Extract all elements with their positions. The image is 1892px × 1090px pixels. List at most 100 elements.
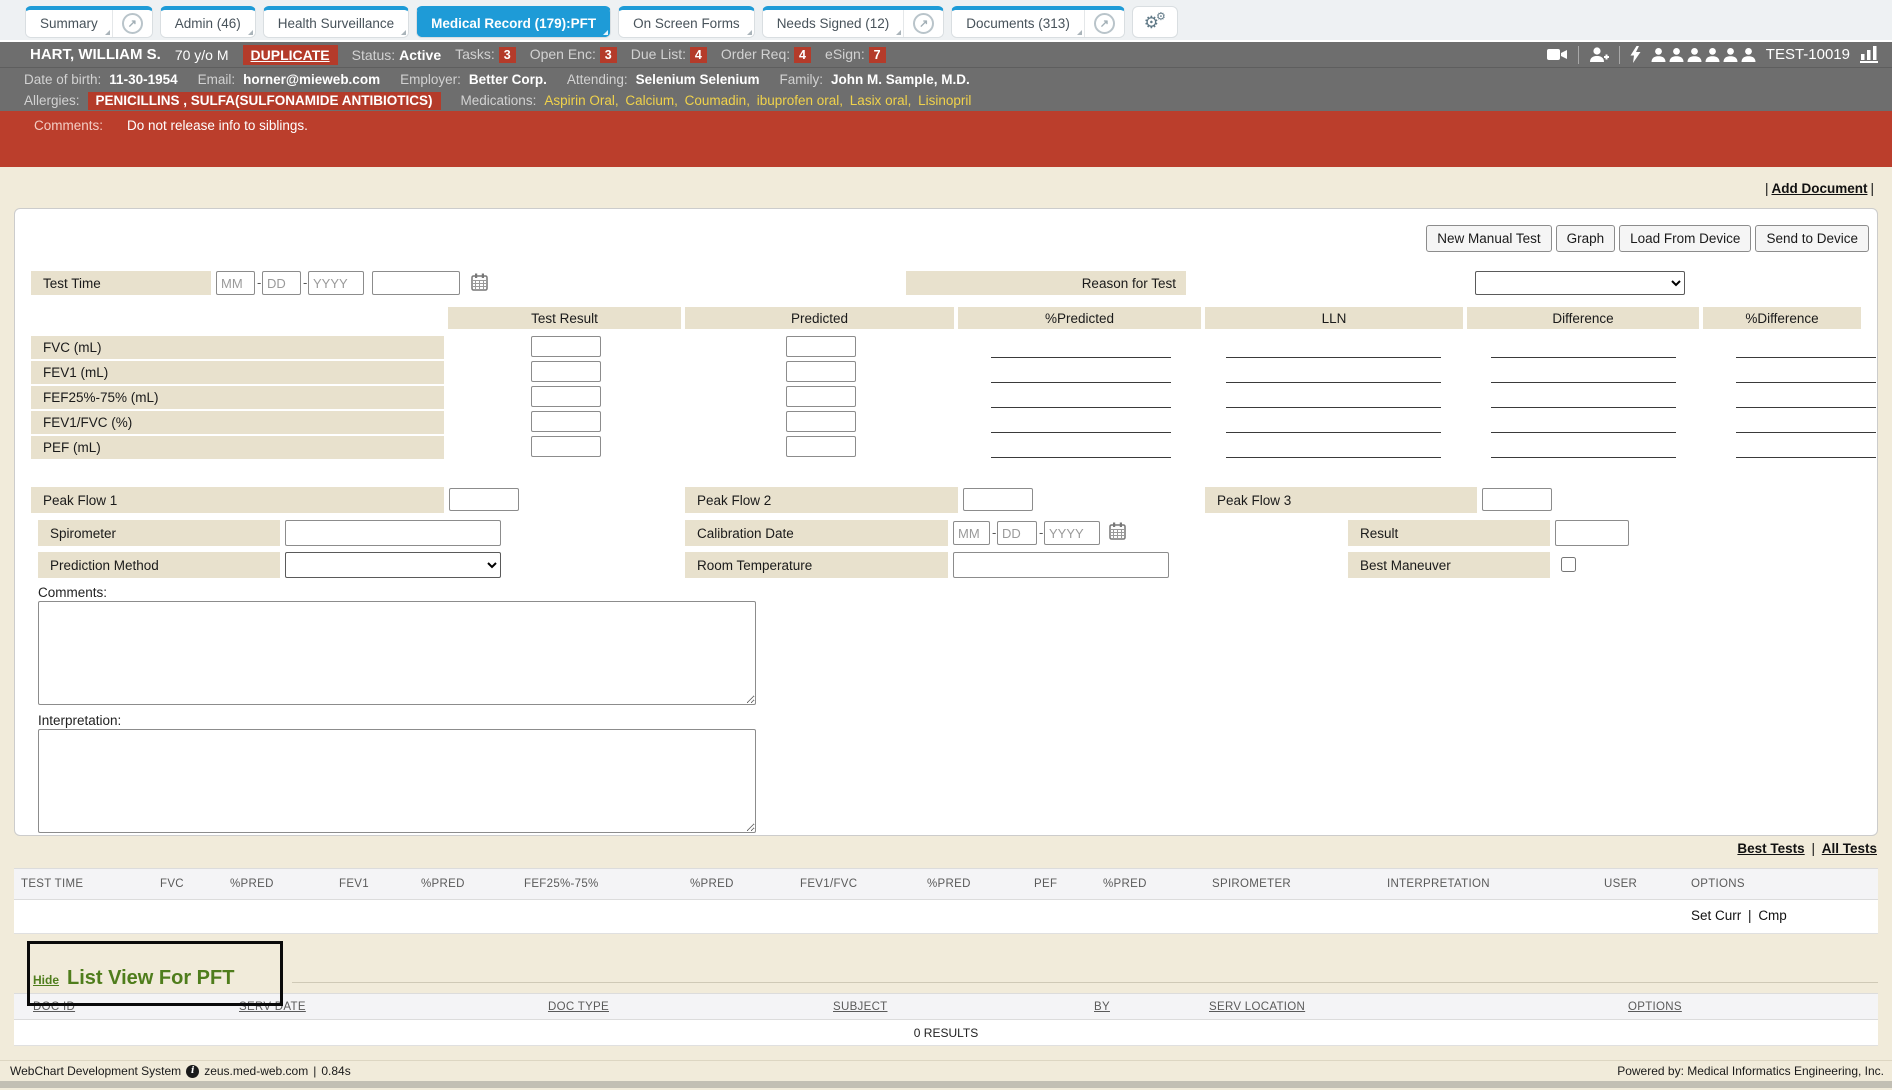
medication-link[interactable]: Coumadin, bbox=[685, 93, 750, 108]
col-by[interactable]: BY bbox=[1094, 1001, 1110, 1013]
peak-flow-1-input[interactable] bbox=[449, 488, 519, 511]
spirometer-input[interactable] bbox=[285, 520, 501, 546]
add-person-icon[interactable] bbox=[1589, 47, 1609, 63]
info-icon[interactable]: i bbox=[186, 1065, 199, 1078]
fvc-predicted-input[interactable] bbox=[786, 336, 856, 357]
col-test-result: Test Result bbox=[448, 307, 681, 329]
video-call-icon[interactable] bbox=[1547, 47, 1568, 62]
tab-admin[interactable]: Admin (46) bbox=[161, 10, 255, 37]
calendar-icon[interactable] bbox=[1109, 522, 1126, 540]
care-team-icons[interactable] bbox=[1651, 48, 1756, 62]
tab-health-surveillance[interactable]: Health Surveillance bbox=[264, 10, 408, 37]
email-label: Email: bbox=[198, 72, 236, 87]
status-label: Status: bbox=[352, 47, 396, 63]
settings-tab[interactable]: ⚙⚙ bbox=[1132, 6, 1178, 38]
family-label: Family: bbox=[779, 72, 823, 87]
col-doc-options[interactable]: OPTIONS bbox=[1628, 1001, 1682, 1013]
value-line bbox=[1491, 382, 1676, 383]
pef-test-result-input[interactable] bbox=[531, 436, 601, 457]
form-buttons: New Manual Test Graph Load From Device S… bbox=[1426, 225, 1869, 252]
load-from-device-button[interactable]: Load From Device bbox=[1619, 225, 1751, 252]
value-line bbox=[1226, 457, 1441, 458]
tab-bar: Summary ↗ Admin (46) Health Surveillance… bbox=[0, 0, 1892, 40]
tab-medical-record[interactable]: Medical Record (179):PFT bbox=[417, 10, 610, 37]
tab-documents-popout[interactable]: ↗ bbox=[1084, 10, 1124, 37]
value-line bbox=[991, 407, 1171, 408]
all-tests-link[interactable]: All Tests bbox=[1822, 841, 1877, 856]
list-view-header: Hide List View For PFT bbox=[33, 967, 234, 990]
col-pred4: %PRED bbox=[927, 878, 971, 890]
chart-stats-icon[interactable] bbox=[1860, 46, 1878, 63]
peak-flow-2-input[interactable] bbox=[963, 488, 1033, 511]
interpretation-textarea[interactable] bbox=[38, 729, 756, 833]
col-doc-type[interactable]: DOC TYPE bbox=[548, 1001, 609, 1013]
test-time-time-input[interactable] bbox=[372, 271, 460, 295]
medication-link[interactable]: Lisinopril bbox=[918, 93, 971, 108]
col-doc-id[interactable]: DOC ID bbox=[33, 1001, 75, 1013]
fvc-test-result-input[interactable] bbox=[531, 336, 601, 357]
fev1-predicted-input[interactable] bbox=[786, 361, 856, 382]
add-document-link[interactable]: Add Document bbox=[1771, 181, 1867, 196]
esign-count-badge[interactable]: 7 bbox=[869, 47, 886, 63]
fef-predicted-input[interactable] bbox=[786, 386, 856, 407]
comments-textarea[interactable] bbox=[38, 601, 756, 705]
medication-link[interactable]: Lasix oral, bbox=[850, 93, 912, 108]
host-name[interactable]: zeus.med-web.com bbox=[204, 1064, 308, 1078]
value-line bbox=[1491, 407, 1676, 408]
test-time-year-input[interactable] bbox=[308, 271, 364, 295]
fev1-fvc-test-result-input[interactable] bbox=[531, 411, 601, 432]
new-manual-test-button[interactable]: New Manual Test bbox=[1426, 225, 1551, 252]
prediction-method-select[interactable] bbox=[285, 552, 501, 578]
best-tests-link[interactable]: Best Tests bbox=[1737, 841, 1804, 856]
set-curr-link[interactable]: Set Curr bbox=[1691, 908, 1741, 923]
tab-summary[interactable]: Summary bbox=[26, 10, 112, 37]
cmp-link[interactable]: Cmp bbox=[1758, 908, 1787, 923]
value-line bbox=[991, 382, 1171, 383]
medication-link[interactable]: ibuprofen oral, bbox=[757, 93, 843, 108]
tasks-count-badge[interactable]: 3 bbox=[499, 47, 516, 63]
col-serv-location[interactable]: SERV LOCATION bbox=[1209, 1001, 1305, 1013]
tab-summary-group: Summary ↗ bbox=[25, 6, 153, 38]
medication-link[interactable]: Calcium, bbox=[625, 93, 678, 108]
open-enc-count-badge[interactable]: 3 bbox=[600, 47, 617, 63]
room-temperature-input[interactable] bbox=[953, 552, 1169, 578]
graph-button[interactable]: Graph bbox=[1556, 225, 1616, 252]
col-serv-date[interactable]: SERV DATE bbox=[239, 1001, 306, 1013]
calibration-year-input[interactable] bbox=[1044, 521, 1100, 545]
gear-small-icon: ⚙ bbox=[1156, 12, 1166, 23]
tab-documents[interactable]: Documents (313) bbox=[952, 10, 1084, 37]
col-subject[interactable]: SUBJECT bbox=[833, 1001, 888, 1013]
reason-for-test-select[interactable] bbox=[1475, 271, 1685, 295]
fef-test-result-input[interactable] bbox=[531, 386, 601, 407]
tab-needs-signed[interactable]: Needs Signed (12) bbox=[763, 10, 904, 37]
allergies-badge[interactable]: PENICILLINS , SULFA(SULFONAMIDE ANTIBIOT… bbox=[88, 92, 441, 110]
peak-flow-3-input[interactable] bbox=[1482, 488, 1552, 511]
quick-action-bolt-icon[interactable] bbox=[1630, 46, 1641, 63]
due-list-count-badge[interactable]: 4 bbox=[690, 47, 707, 63]
tab-summary-popout[interactable]: ↗ bbox=[112, 10, 152, 37]
test-time-month-input[interactable] bbox=[216, 271, 255, 295]
calendar-icon[interactable] bbox=[471, 273, 488, 291]
footer: WebChart Development System i zeus.med-w… bbox=[0, 1060, 1892, 1081]
fev1-fvc-predicted-input[interactable] bbox=[786, 411, 856, 432]
test-time-day-input[interactable] bbox=[262, 271, 301, 295]
list-view-title: List View For PFT bbox=[67, 967, 234, 990]
duplicate-badge[interactable]: DUPLICATE bbox=[243, 45, 338, 65]
tab-on-screen-forms[interactable]: On Screen Forms bbox=[619, 10, 754, 37]
order-req-count-badge[interactable]: 4 bbox=[794, 47, 811, 63]
tab-needs-signed-popout[interactable]: ↗ bbox=[903, 10, 943, 37]
col-fvc: FVC bbox=[160, 878, 184, 890]
calibration-month-input[interactable] bbox=[953, 521, 990, 545]
form-row-pef: PEF (mL) bbox=[15, 436, 1877, 459]
medication-link[interactable]: Aspirin Oral, bbox=[544, 93, 618, 108]
divider bbox=[1619, 46, 1620, 64]
result-input[interactable] bbox=[1555, 520, 1629, 546]
value-line bbox=[1226, 407, 1441, 408]
value-line bbox=[1736, 457, 1876, 458]
calibration-day-input[interactable] bbox=[997, 521, 1037, 545]
best-maneuver-checkbox[interactable] bbox=[1561, 557, 1576, 572]
send-to-device-button[interactable]: Send to Device bbox=[1755, 225, 1869, 252]
fev1-test-result-input[interactable] bbox=[531, 361, 601, 382]
hide-list-view-link[interactable]: Hide bbox=[33, 973, 59, 987]
pef-predicted-input[interactable] bbox=[786, 436, 856, 457]
